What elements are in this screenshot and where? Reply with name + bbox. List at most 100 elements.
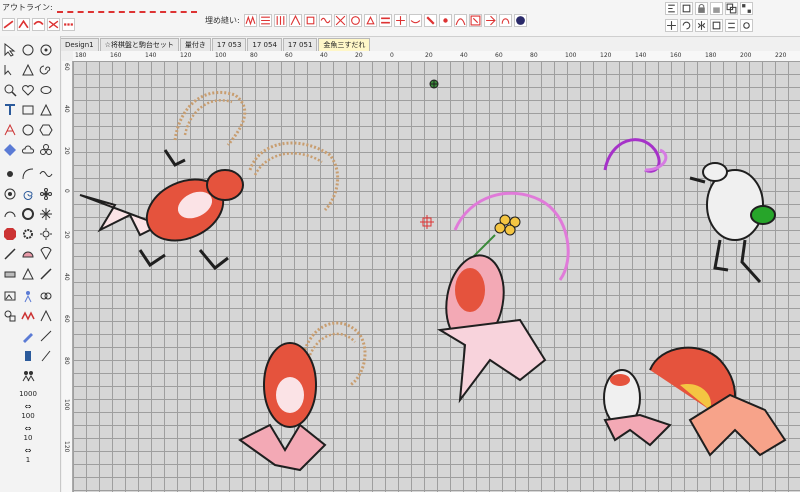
octagon-stop-icon[interactable]	[2, 226, 17, 241]
fill-pattern-18[interactable]	[498, 14, 512, 27]
stitch-circle-icon[interactable]	[38, 42, 53, 57]
fill-pattern-4[interactable]	[288, 14, 302, 27]
outline-style-button-5[interactable]	[62, 18, 75, 31]
origin-marker-icon[interactable]	[429, 79, 439, 89]
group-icon[interactable]	[725, 2, 738, 15]
lettering-icon[interactable]	[2, 122, 17, 137]
frog-design[interactable]	[603, 138, 776, 284]
outline-stitch-preview[interactable]	[56, 3, 197, 13]
flower-icon[interactable]	[38, 186, 53, 201]
pen-icon[interactable]	[20, 328, 35, 343]
outline-style-button-4[interactable]	[47, 18, 60, 31]
outline-style-button-1[interactable]	[2, 18, 15, 31]
rotate-icon[interactable]	[680, 19, 693, 32]
star-burst-icon[interactable]	[38, 206, 53, 221]
dot-icon[interactable]	[2, 166, 17, 181]
goldfish-design-1[interactable]	[79, 90, 340, 271]
figure-icon[interactable]	[20, 288, 35, 303]
hexagon-icon[interactable]	[38, 122, 53, 137]
curve-icon[interactable]	[20, 166, 35, 181]
needle-icon[interactable]	[2, 246, 17, 261]
select-arrow-icon[interactable]	[2, 42, 17, 57]
shapes-icon[interactable]	[2, 308, 17, 323]
color-diamond-icon[interactable]	[2, 142, 17, 157]
needle-tool-icon[interactable]	[38, 348, 53, 363]
ring-icon[interactable]	[20, 206, 35, 221]
tab-ryotsuki[interactable]: 量付き	[179, 38, 211, 51]
clover-icon[interactable]	[38, 142, 53, 157]
fill-pattern-14[interactable]	[438, 14, 452, 27]
tab-kingyo-sudare[interactable]: 金魚三すだれ	[318, 38, 371, 51]
chain-icon[interactable]	[38, 288, 53, 303]
tab-17054[interactable]: 17 054	[247, 38, 282, 51]
move-icon[interactable]	[665, 19, 678, 32]
triangle-icon[interactable]	[38, 102, 53, 117]
people-icon[interactable]	[20, 368, 35, 383]
goldfish-design-3[interactable]	[437, 191, 570, 404]
goldfish-design-4[interactable]	[603, 346, 787, 457]
fill-pattern-5[interactable]	[303, 14, 317, 27]
step-1-label[interactable]: 1	[16, 456, 40, 464]
fill-pattern-13[interactable]	[423, 14, 437, 27]
unlock-icon[interactable]	[710, 2, 723, 15]
fill-pattern-19[interactable]	[513, 14, 527, 27]
fill-pattern-15[interactable]	[453, 14, 467, 27]
distribute-icon[interactable]	[680, 2, 693, 15]
swirl-icon[interactable]	[20, 186, 35, 201]
ungroup-icon[interactable]	[740, 2, 753, 15]
sun-icon[interactable]	[38, 226, 53, 241]
fan-icon[interactable]	[38, 246, 53, 261]
spiral-icon[interactable]	[38, 62, 53, 77]
fill-pattern-7[interactable]	[333, 14, 347, 27]
heart-shape-icon[interactable]	[20, 82, 35, 97]
lock-icon[interactable]	[695, 2, 708, 15]
gear-shape-icon[interactable]	[20, 226, 35, 241]
shell-icon[interactable]	[20, 246, 35, 261]
fill-pattern-8[interactable]	[348, 14, 362, 27]
tab-17051[interactable]: 17 051	[282, 38, 318, 51]
arc-icon[interactable]	[2, 206, 17, 221]
fill-pattern-10[interactable]	[378, 14, 392, 27]
step-1-arrow-icon[interactable]: ⇔	[16, 446, 40, 455]
zoom-icon[interactable]	[2, 82, 17, 97]
triangle-outline-icon[interactable]	[20, 266, 35, 281]
step-10-arrow-icon[interactable]: ⇔	[16, 424, 40, 433]
oval-icon[interactable]	[38, 82, 53, 97]
tab-design1[interactable]: Design1	[60, 38, 99, 51]
order-icon[interactable]	[725, 19, 738, 32]
fill-pattern-9[interactable]	[363, 14, 377, 27]
settings-icon[interactable]	[740, 19, 753, 32]
fill-pattern-6[interactable]	[318, 14, 332, 27]
ruler-tool-icon[interactable]	[38, 328, 53, 343]
thread-icon[interactable]	[20, 348, 35, 363]
design-canvas[interactable]	[73, 61, 800, 492]
fill-pattern-17[interactable]	[483, 14, 497, 27]
stitch-zigzag-icon[interactable]	[20, 308, 35, 323]
circle-shape-icon[interactable]	[20, 122, 35, 137]
text-tool-icon[interactable]	[2, 102, 17, 117]
cloud-shape-icon[interactable]	[20, 142, 35, 157]
tab-17053[interactable]: 17 053	[211, 38, 247, 51]
trace-icon[interactable]	[38, 308, 53, 323]
rectangle-icon[interactable]	[20, 102, 35, 117]
picture-icon[interactable]	[2, 288, 17, 303]
center-crosshair-icon[interactable]	[420, 215, 434, 229]
fill-pattern-16[interactable]	[468, 14, 482, 27]
eraser-icon[interactable]	[2, 266, 17, 281]
view-circle-icon[interactable]	[20, 42, 35, 57]
fill-pattern-3[interactable]	[273, 14, 287, 27]
step-100-label[interactable]: 100	[16, 412, 40, 420]
knife-icon[interactable]	[38, 266, 53, 281]
fill-pattern-2[interactable]	[258, 14, 272, 27]
goldfish-design-2[interactable]	[238, 321, 367, 472]
stitch-fill-icon[interactable]	[20, 62, 35, 77]
node-select-icon[interactable]	[2, 62, 17, 77]
outline-style-button-3[interactable]	[32, 18, 45, 31]
scale-icon[interactable]	[710, 19, 723, 32]
target-icon[interactable]	[2, 186, 17, 201]
fill-pattern-12[interactable]	[408, 14, 422, 27]
wave-icon[interactable]	[38, 166, 53, 181]
align-icon[interactable]	[665, 2, 678, 15]
fill-pattern-11[interactable]	[393, 14, 407, 27]
fill-pattern-1[interactable]	[243, 14, 257, 27]
